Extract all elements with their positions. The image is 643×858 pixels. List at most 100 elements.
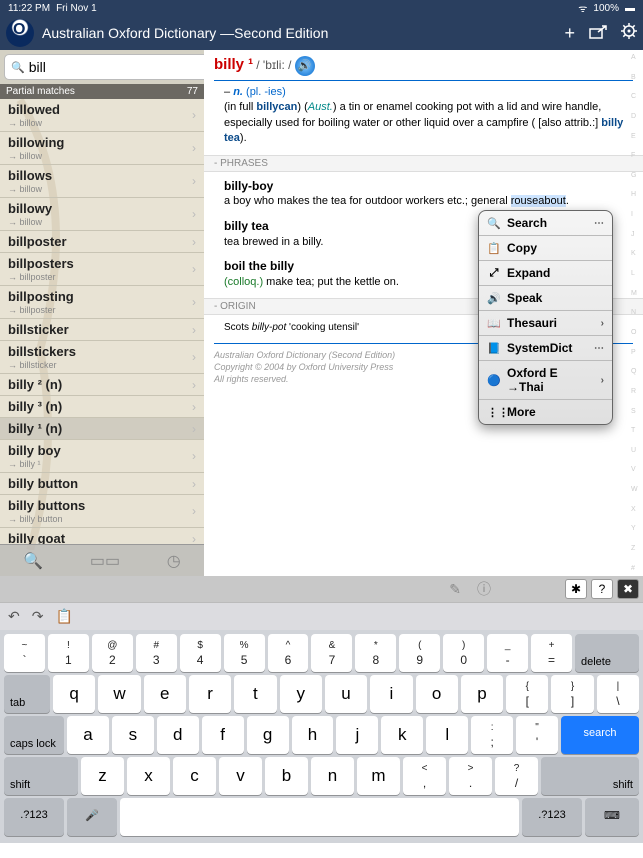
alpha-#[interactable]: #	[631, 565, 641, 572]
key-e[interactable]: e	[144, 675, 186, 713]
key-3[interactable]: #3	[136, 634, 177, 672]
paste-icon[interactable]: 📋	[55, 608, 72, 625]
alpha-Y[interactable]: Y	[631, 525, 641, 532]
key-a[interactable]: a	[67, 716, 109, 754]
key-`[interactable]: ~`	[4, 634, 45, 672]
undo-icon[interactable]: ↶	[8, 608, 20, 625]
edit-icon[interactable]: ✎	[443, 581, 467, 598]
menu-item-oxford-e-thai[interactable]: 🔵Oxford E →Thai›	[479, 361, 612, 400]
word-item[interactable]: billowed→ billow›	[0, 99, 204, 132]
key-t[interactable]: t	[234, 675, 276, 713]
menu-item-expand[interactable]: ⤢Expand	[479, 261, 612, 286]
word-item[interactable]: billposter›	[0, 231, 204, 253]
share-icon[interactable]	[589, 23, 607, 44]
alpha-O[interactable]: O	[631, 329, 641, 336]
xref-billycan[interactable]: billycan	[256, 101, 297, 113]
key-s[interactable]: s	[112, 716, 154, 754]
word-item[interactable]: billstickers→ billsticker›	[0, 341, 204, 374]
key-n[interactable]: n	[311, 757, 354, 795]
add-icon[interactable]: +	[564, 23, 575, 44]
key-w[interactable]: w	[98, 675, 140, 713]
word-item[interactable]: billy buttons→ billy button›	[0, 495, 204, 528]
key-1[interactable]: !1	[48, 634, 89, 672]
key-5[interactable]: %5	[224, 634, 265, 672]
key-u[interactable]: u	[325, 675, 367, 713]
key-y[interactable]: y	[280, 675, 322, 713]
help-button[interactable]: ?	[591, 579, 613, 599]
app-logo[interactable]	[6, 19, 34, 47]
key-shift-right[interactable]: shift	[541, 757, 639, 795]
key-k[interactable]: k	[381, 716, 423, 754]
alpha-J[interactable]: J	[631, 231, 641, 238]
alpha-F[interactable]: F	[631, 152, 641, 159]
audio-icon[interactable]: 🔊	[295, 56, 315, 76]
alpha-K[interactable]: K	[631, 250, 641, 257]
key-v[interactable]: v	[219, 757, 262, 795]
key-,[interactable]: <,	[403, 757, 446, 795]
alpha-E[interactable]: E	[631, 133, 641, 140]
key-p[interactable]: p	[461, 675, 503, 713]
word-item[interactable]: billsticker›	[0, 319, 204, 341]
alpha-V[interactable]: V	[631, 466, 641, 473]
key-tab[interactable]: tab	[4, 675, 50, 713]
menu-item-search[interactable]: 🔍Search⋯	[479, 211, 612, 236]
alpha-W[interactable]: W	[631, 486, 641, 493]
word-item[interactable]: billposting→ billposter›	[0, 286, 204, 319]
alpha-U[interactable]: U	[631, 447, 641, 454]
key-0[interactable]: )0	[443, 634, 484, 672]
key-hide-keyboard-icon[interactable]: ⌨	[585, 798, 639, 836]
key-h[interactable]: h	[292, 716, 334, 754]
key-o[interactable]: o	[416, 675, 458, 713]
info-icon[interactable]: ⓘ	[471, 579, 497, 599]
key-g[interactable]: g	[247, 716, 289, 754]
alpha-M[interactable]: M	[631, 290, 641, 297]
alpha-T[interactable]: T	[631, 427, 641, 434]
key-;[interactable]: :;	[471, 716, 513, 754]
tab-search-icon[interactable]: 🔍	[23, 551, 43, 571]
key-f[interactable]: f	[202, 716, 244, 754]
key-.[interactable]: >.	[449, 757, 492, 795]
word-list[interactable]: billowed→ billow›billowing→ billow›billo…	[0, 99, 204, 544]
key-numbers-left[interactable]: .?123	[4, 798, 64, 836]
key-j[interactable]: j	[336, 716, 378, 754]
key-'[interactable]: "'	[516, 716, 558, 754]
word-item[interactable]: billy ³ (n)›	[0, 396, 204, 418]
word-item[interactable]: billowy→ billow›	[0, 198, 204, 231]
alpha-C[interactable]: C	[631, 93, 641, 100]
key-z[interactable]: z	[81, 757, 124, 795]
alpha-D[interactable]: D	[631, 113, 641, 120]
key-\[interactable]: |\	[597, 675, 639, 713]
key-l[interactable]: l	[426, 716, 468, 754]
star-button[interactable]: ✱	[565, 579, 587, 599]
key-d[interactable]: d	[157, 716, 199, 754]
key-i[interactable]: i	[370, 675, 412, 713]
menu-item-thesauri[interactable]: 📖Thesauri›	[479, 311, 612, 336]
alpha-R[interactable]: R	[631, 388, 641, 395]
word-item[interactable]: billy boy→ billy ¹›	[0, 440, 204, 473]
alpha-Z[interactable]: Z	[631, 545, 641, 552]
key-[[interactable]: {[	[506, 675, 548, 713]
key-capslock[interactable]: caps lock	[4, 716, 64, 754]
key-][interactable]: }]	[551, 675, 593, 713]
word-item[interactable]: billy ² (n)›	[0, 374, 204, 396]
word-item[interactable]: billy button›	[0, 473, 204, 495]
alpha-G[interactable]: G	[631, 172, 641, 179]
key-2[interactable]: @2	[92, 634, 133, 672]
key-b[interactable]: b	[265, 757, 308, 795]
alpha-X[interactable]: X	[631, 506, 641, 513]
redo-icon[interactable]: ↷	[32, 608, 44, 625]
alpha-B[interactable]: B	[631, 74, 641, 81]
alpha-H[interactable]: H	[631, 191, 641, 198]
key-delete[interactable]: delete	[575, 634, 639, 672]
key-4[interactable]: $4	[180, 634, 221, 672]
alpha-P[interactable]: P	[631, 349, 641, 356]
alpha-I[interactable]: I	[631, 211, 641, 218]
key--[interactable]: _-	[487, 634, 528, 672]
menu-item-systemdict[interactable]: 📘SystemDict⋯	[479, 336, 612, 361]
menu-item-copy[interactable]: 📋Copy	[479, 236, 612, 261]
key-8[interactable]: *8	[355, 634, 396, 672]
key-c[interactable]: c	[173, 757, 216, 795]
alpha-S[interactable]: S	[631, 408, 641, 415]
word-item[interactable]: billy ¹ (n)›	[0, 418, 204, 440]
alphabet-index[interactable]: ABCDEFGHIJKLMNOPQRSTUVWXYZ#	[631, 54, 641, 572]
